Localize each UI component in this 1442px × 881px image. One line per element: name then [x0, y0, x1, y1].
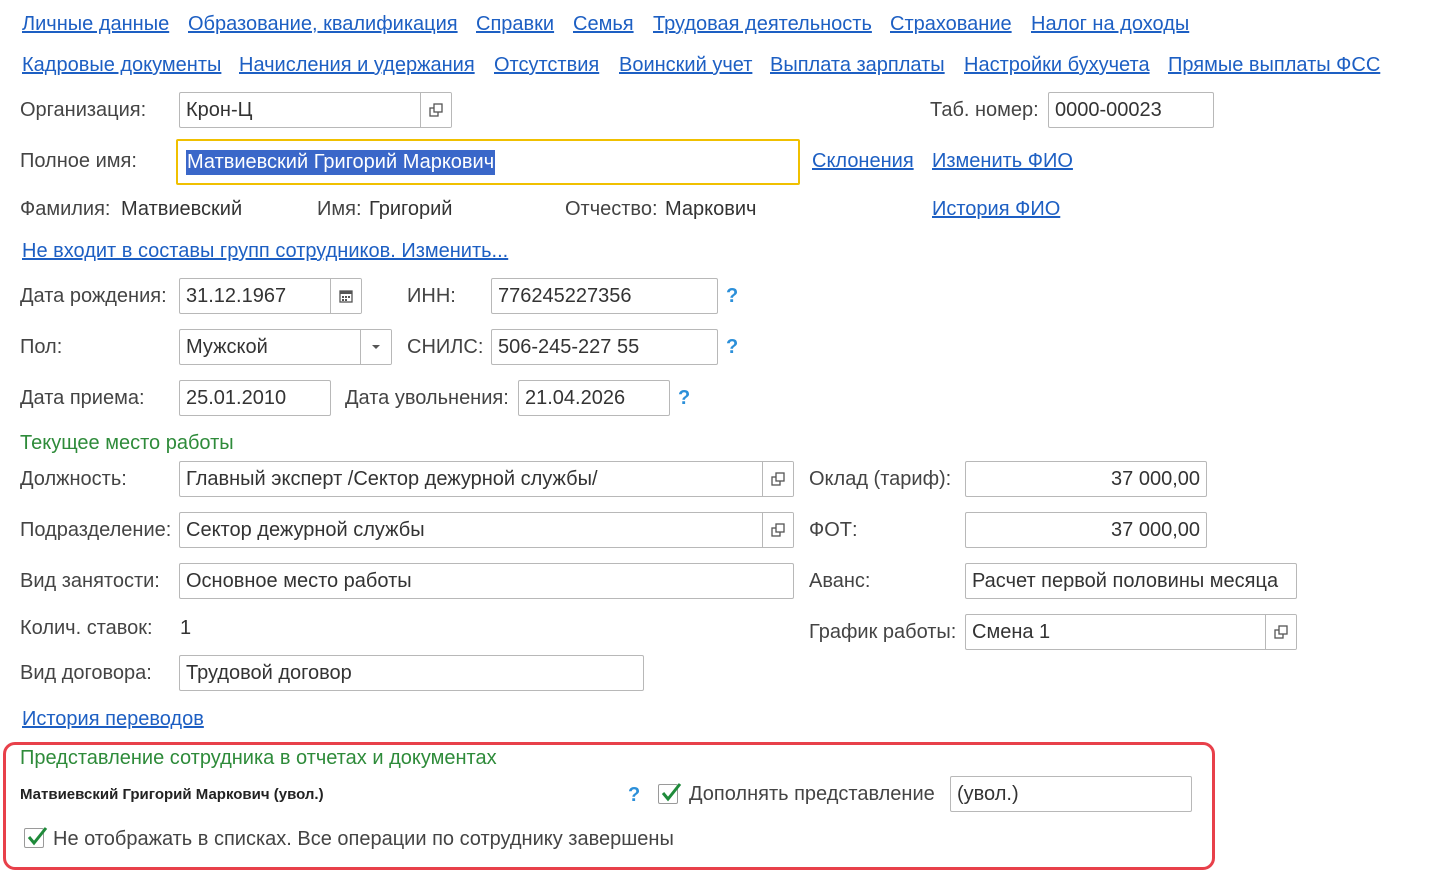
- nav-link-hr-documents[interactable]: Кадровые документы: [22, 54, 221, 77]
- schedule-field[interactable]: Смена 1: [965, 614, 1297, 650]
- salary-value: 37 000,00: [1111, 467, 1200, 490]
- representation-text: Матвиевский Григорий Маркович (увол.): [20, 786, 324, 803]
- declensions-link[interactable]: Склонения: [812, 150, 914, 173]
- surname-value: Матвиевский: [121, 198, 243, 220]
- tab-number-value: 0000-00023: [1055, 98, 1162, 121]
- tab-number-label: Таб. номер:: [930, 99, 1039, 121]
- surname-label: Фамилия:: [20, 198, 111, 220]
- representation-title: Представление сотрудника в отчетах и док…: [20, 747, 497, 769]
- supplement-field[interactable]: (увол.): [950, 776, 1192, 812]
- advance-value: Расчет первой половины месяца: [972, 569, 1279, 592]
- transfer-history-link[interactable]: История переводов: [22, 708, 204, 731]
- open-icon[interactable]: [762, 513, 793, 547]
- nav-link-labor-activity[interactable]: Трудовая деятельность: [653, 13, 872, 36]
- nav-link-absences[interactable]: Отсутствия: [494, 54, 599, 77]
- gender-select[interactable]: Мужской: [179, 329, 392, 365]
- schedule-value: Смена 1: [972, 620, 1051, 643]
- dismissal-date-label: Дата увольнения:: [345, 387, 509, 409]
- employee-groups-link[interactable]: Не входит в составы групп сотрудников. И…: [22, 240, 508, 263]
- employment-type-label: Вид занятости:: [20, 570, 160, 592]
- contract-type-value: Трудовой договор: [186, 661, 352, 684]
- department-value: Сектор дежурной службы: [186, 518, 425, 541]
- org-label: Организация:: [20, 99, 147, 121]
- birth-date-label: Дата рождения:: [20, 285, 167, 307]
- dismissal-date-field[interactable]: 21.04.2026: [518, 380, 670, 416]
- nav-link-accounting-settings[interactable]: Настройки бухучета: [964, 54, 1150, 77]
- fot-label: ФОТ:: [809, 519, 858, 541]
- supplement-value: (увол.): [957, 782, 1019, 805]
- fot-field[interactable]: 37 000,00: [965, 512, 1207, 548]
- supplement-label: Дополнять представление: [689, 783, 935, 805]
- department-label: Подразделение:: [20, 519, 172, 541]
- hire-date-field[interactable]: 25.01.2010: [179, 380, 331, 416]
- department-field[interactable]: Сектор дежурной службы: [179, 512, 794, 548]
- gender-value: Мужской: [186, 335, 268, 358]
- representation-help-icon[interactable]: ?: [628, 784, 640, 807]
- hire-date-value: 25.01.2010: [186, 386, 287, 409]
- nav-link-income-tax[interactable]: Налог на доходы: [1031, 13, 1189, 36]
- position-field[interactable]: Главный эксперт /Сектор дежурной службы/: [179, 461, 794, 497]
- nav-link-military[interactable]: Воинский учет: [619, 54, 752, 77]
- fullname-value: Матвиевский Григорий Маркович: [186, 149, 496, 175]
- open-icon[interactable]: [1265, 615, 1296, 649]
- nav-link-personal-data[interactable]: Личные данные: [22, 13, 169, 36]
- rates-value: 1: [180, 617, 192, 639]
- checkmark-icon: [27, 827, 48, 846]
- hide-in-lists-checkbox[interactable]: [24, 827, 48, 848]
- current-work-title: Текущее место работы: [20, 432, 234, 454]
- name-history-link[interactable]: История ФИО: [932, 198, 1060, 221]
- hire-date-label: Дата приема:: [20, 387, 145, 409]
- snils-label: СНИЛС:: [407, 336, 484, 358]
- name-value: Григорий: [369, 198, 453, 220]
- rates-label: Колич. ставок:: [20, 617, 153, 639]
- snils-value: 506-245-227 55: [498, 335, 640, 358]
- org-field[interactable]: Крон-Ц: [179, 92, 452, 128]
- name-label: Имя:: [317, 198, 362, 220]
- change-name-link[interactable]: Изменить ФИО: [932, 150, 1073, 173]
- fullname-field[interactable]: Матвиевский Григорий Маркович: [176, 139, 800, 185]
- inn-help-icon[interactable]: ?: [726, 285, 738, 308]
- chevron-down-icon[interactable]: [360, 330, 391, 364]
- hide-in-lists-label: Не отображать в списках. Все операции по…: [53, 828, 674, 850]
- birth-date-value: 31.12.1967: [186, 284, 287, 307]
- advance-label: Аванс:: [809, 570, 871, 592]
- nav-link-insurance[interactable]: Страхование: [890, 13, 1012, 36]
- inn-field[interactable]: 776245227356: [491, 278, 718, 314]
- nav-link-accruals[interactable]: Начисления и удержания: [239, 54, 475, 77]
- supplement-checkbox[interactable]: [658, 783, 682, 804]
- inn-value: 776245227356: [498, 284, 632, 307]
- contract-type-field[interactable]: Трудовой договор: [179, 655, 644, 691]
- birth-date-field[interactable]: 31.12.1967: [179, 278, 362, 314]
- salary-label: Оклад (тариф):: [809, 468, 952, 490]
- snils-field[interactable]: 506-245-227 55: [491, 329, 718, 365]
- open-icon[interactable]: [762, 462, 793, 496]
- patronymic-label: Отчество:: [565, 198, 658, 220]
- snils-help-icon[interactable]: ?: [726, 336, 738, 359]
- position-label: Должность:: [20, 468, 127, 490]
- open-icon[interactable]: [420, 93, 451, 127]
- fot-value: 37 000,00: [1111, 518, 1200, 541]
- nav-link-education[interactable]: Образование, квалификация: [188, 13, 458, 36]
- employment-type-value: Основное место работы: [186, 569, 412, 592]
- fullname-label: Полное имя:: [20, 150, 137, 172]
- dismissal-help-icon[interactable]: ?: [678, 387, 690, 410]
- contract-type-label: Вид договора:: [20, 662, 152, 684]
- gender-label: Пол:: [20, 336, 63, 358]
- dismissal-date-value: 21.04.2026: [525, 386, 626, 409]
- nav-link-salary-payment[interactable]: Выплата зарплаты: [770, 54, 945, 77]
- nav-link-certificates[interactable]: Справки: [476, 13, 554, 36]
- tab-number-field[interactable]: 0000-00023: [1048, 92, 1214, 128]
- nav-link-family[interactable]: Семья: [573, 13, 634, 36]
- patronymic-value: Маркович: [665, 198, 757, 220]
- advance-field[interactable]: Расчет первой половины месяца: [965, 563, 1297, 599]
- schedule-label: График работы:: [809, 621, 957, 643]
- employment-type-field[interactable]: Основное место работы: [179, 563, 794, 599]
- salary-field[interactable]: 37 000,00: [965, 461, 1207, 497]
- calendar-icon[interactable]: [330, 279, 361, 313]
- inn-label: ИНН:: [407, 285, 456, 307]
- nav-link-fss-payments[interactable]: Прямые выплаты ФСС: [1168, 54, 1380, 77]
- checkmark-icon: [661, 783, 682, 802]
- org-value: Крон-Ц: [186, 98, 253, 121]
- position-value: Главный эксперт /Сектор дежурной службы/: [186, 467, 598, 490]
